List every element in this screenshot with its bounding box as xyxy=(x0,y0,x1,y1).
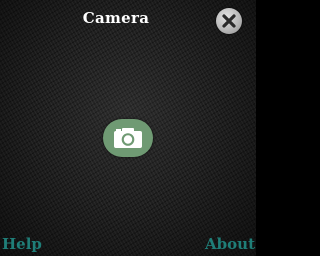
help-link[interactable]: Help xyxy=(2,235,42,253)
close-icon xyxy=(222,14,236,28)
about-link[interactable]: About xyxy=(205,235,255,253)
app-screen: Camera Help About xyxy=(0,0,256,256)
page-title: Camera xyxy=(82,9,150,27)
close-button[interactable] xyxy=(216,8,242,34)
camera-capture-button[interactable] xyxy=(103,119,153,157)
camera-icon xyxy=(114,128,142,148)
